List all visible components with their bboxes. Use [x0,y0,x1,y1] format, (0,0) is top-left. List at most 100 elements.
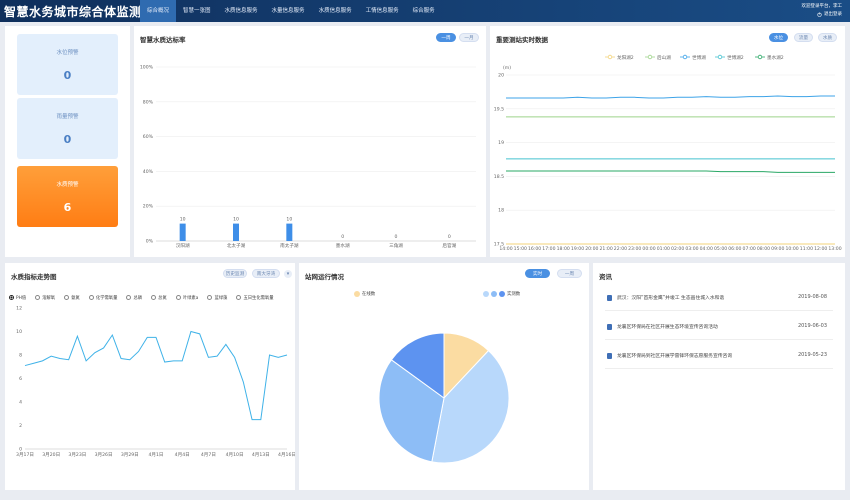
series-line [506,170,835,173]
water-level-alert-label: 水位预警 [56,50,79,56]
nav-comprehensive[interactable]: 综合服务 [406,0,442,22]
x-tick-label: 4月7日 [201,452,216,458]
x-tick-label: 18:00 [557,246,570,252]
news-item-text: 武汉：汉阳“首形金鹰”并竣工 生态画住城入水和谐 [617,296,725,301]
x-tick-label: 4月16日 [278,452,295,458]
y-tick-label: 10 [16,329,22,335]
nav-overview[interactable]: 综合概况 [140,0,177,22]
x-tick-label: 3月26日 [95,452,113,458]
y-tick-label: 80% [143,99,154,105]
water-quality-alert-card[interactable]: 水质预警 6 [17,166,118,227]
legend-label: 龙阳湖2 [617,54,634,61]
news-title: 资讯 [599,273,612,281]
x-tick-label: 08:00 [757,246,770,252]
x-tick-label: 3月23日 [68,452,86,458]
y-tick-label: 18.5 [494,174,504,180]
trend-panel: 水质指标走势图 历史监测 南大牙湾 ▾ PH值 溶解氧 氨氮 化学需氧量 总磷 … [5,263,295,490]
news-panel: 资讯 武汉：汉阳“首形金鹰”并竣工 生态画住城入水和谐 2019-08-08 龙… [593,263,845,490]
y-tick-label: 40% [143,169,154,175]
y-tick-label: 2 [19,423,22,429]
x-tick-label: 汉阳湖 [176,242,190,249]
x-tick-label: 12:00 [814,246,827,252]
y-axis-unit: (m) [503,65,511,71]
news-item-date: 2019-05-23 [797,352,827,358]
x-tick-label: 21:00 [600,246,613,252]
x-tick-label: 3月17日 [16,452,34,458]
trend-line-chart: 0 2 4 6 8 10 12 3月17日 3月20日 3月23日 3月26日 3月29日 4月1日 4月… [16,306,295,459]
x-tick-label: 南太子湖 [280,242,299,249]
rainfall-alert-value: 0 [63,133,72,146]
water-quality-alert-label: 水质预警 [56,182,79,188]
bar [233,223,239,241]
x-tick-label: 19:00 [571,246,584,252]
y-tick-label: 19.5 [494,106,504,112]
nav-map[interactable]: 智慧一张图 [176,0,218,22]
nav-engineering[interactable]: 工情信息服务 [359,0,406,22]
x-tick-label: 00:00 [642,246,655,252]
x-tick-label: 16:00 [528,246,541,252]
x-tick-label: 22:00 [614,246,627,252]
station-status-panel: 站网运行情况 实时 一周 在线数 实测数 [299,263,589,490]
logout-button[interactable]: 退出登录 [817,11,842,17]
x-tick-label: 02:00 [671,246,684,252]
y-tick-label: 18 [498,208,504,214]
news-item[interactable]: 龙襄区环保局到社区开展学雷锋环保志愿服务宣传咨询 2019-05-23 [605,343,833,369]
x-tick-label: 4月4日 [175,452,190,458]
x-tick-label: 3月20日 [42,452,60,458]
document-icon [607,353,612,359]
nav-water-volume[interactable]: 水量信息服务 [265,0,312,22]
y-tick-label: 4 [19,400,22,406]
x-tick-label: 05:00 [714,246,727,252]
y-tick-label: 12 [16,306,22,312]
x-tick-label: 4月13日 [252,452,270,458]
x-tick-label: 后官湖 [442,242,456,249]
nav-water-quality-2[interactable]: 水质信息服务 [312,0,359,22]
news-item-date: 2019-08-08 [797,294,827,300]
legend-marker [647,54,653,60]
legend-marker [717,54,723,60]
news-item[interactable]: 龙襄区环保局在社区开展生态环境宣传咨询活动 2019-06-03 [605,314,833,340]
compliance-rate-chart: 0% 20% 40% 60% 80% 100% 10 汉阳湖 10 北太子湖 10 南太子湖 0 墨水湖 0… [140,65,476,249]
bar-value-label: 10 [180,217,186,223]
news-item-text: 龙襄区环保局在社区开展生态环境宣传咨询活动 [617,325,718,330]
x-tick-label: 11:00 [800,246,813,252]
x-tick-label: 06:00 [728,246,741,252]
y-tick-label: 20 [498,73,504,79]
x-tick-label: 20:00 [585,246,598,252]
legend-label: 后山湖 [657,54,671,61]
welcome-text: 欢迎登录平台，李工 [801,4,843,9]
water-level-alert-card[interactable]: 水位预警 0 [17,34,118,95]
compliance-rate-panel: 智慧水质达标率 一周 一月 0% 20% 40% 60% 80% 100% 10 汉阳湖 10 北… [134,26,486,257]
x-tick-label: 13:00 [828,246,841,252]
bar-value-label: 10 [233,217,239,223]
nav-water-quality[interactable]: 水质信息服务 [218,0,265,22]
y-tick-label: 0 [19,447,22,453]
y-tick-label: 20% [143,204,154,210]
x-tick-label: 15:00 [514,246,527,252]
document-icon [607,324,612,330]
x-tick-label: 07:00 [743,246,756,252]
legend-label: 世博湖 [692,54,706,61]
y-tick-label: 6 [19,376,22,382]
rainfall-alert-card[interactable]: 雨量预警 0 [17,98,118,159]
main-nav: 综合概况 智慧一张图 水质信息服务 水量信息服务 水质信息服务 工情信息服务 综… [140,0,442,22]
bar-value-label: 0 [448,234,451,240]
news-item[interactable]: 武汉：汉阳“首形金鹰”并竣工 生态画住城入水和谐 2019-08-08 [605,285,833,311]
y-tick-label: 8 [19,353,22,359]
legend-marker [607,54,613,60]
legend-marker [682,54,688,60]
y-tick-label: 0% [146,239,154,245]
x-tick-label: 03:00 [685,246,698,252]
y-tick-label: 60% [143,134,154,140]
x-tick-label: 4月1日 [148,452,163,458]
bar [286,223,293,241]
logout-label: 退出登录 [824,12,842,17]
x-tick-label: 墨水湖 [336,242,350,249]
alerts-panel: 水位预警 0 雨量预警 0 水质预警 6 [5,26,130,257]
x-tick-label: 17:00 [542,246,555,252]
series-line [506,95,835,99]
station-pie-chart [378,332,510,464]
realtime-line-chart: (m)17.51818.51919.52014:00 15:00 16:00 17:0… [494,54,842,252]
x-tick-label: 14:00 [499,246,512,252]
legend-marker [757,54,763,60]
